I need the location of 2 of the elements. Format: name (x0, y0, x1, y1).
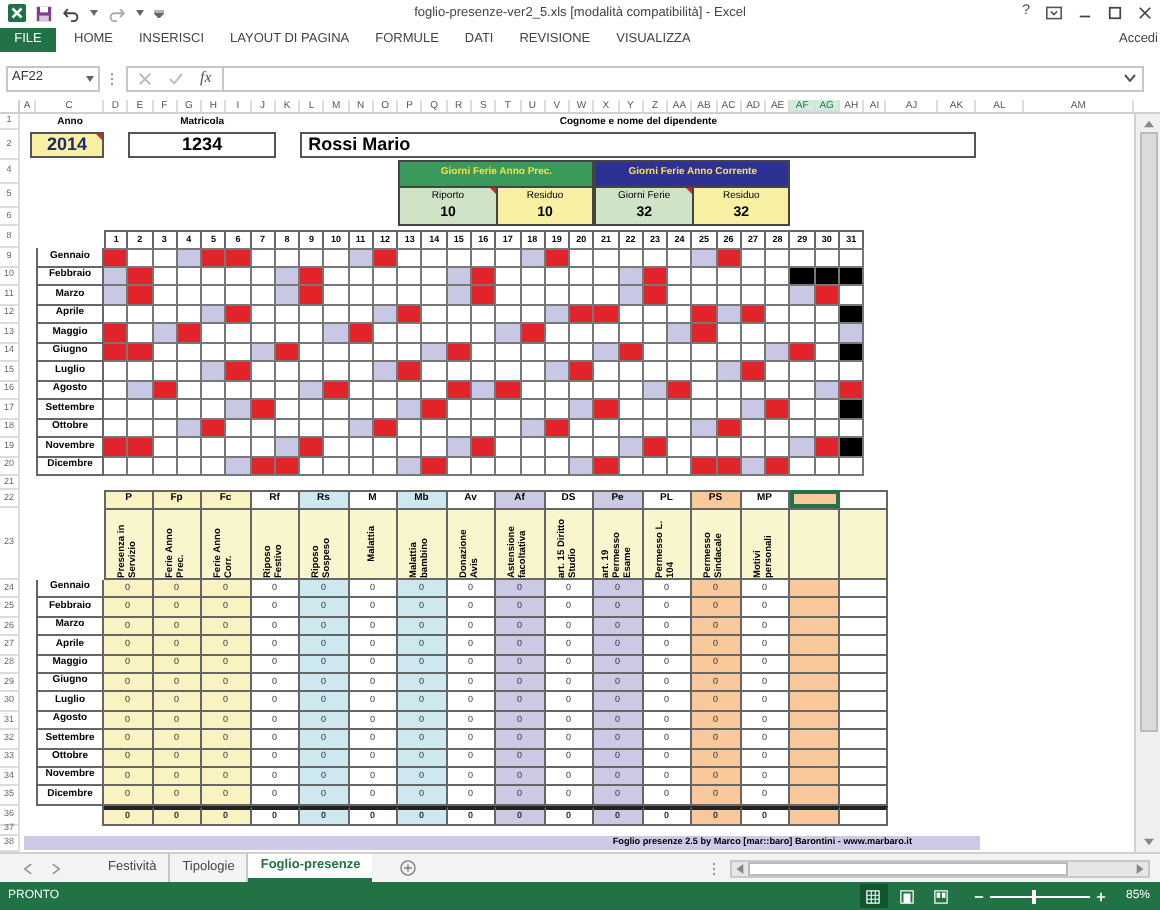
employee-name-field[interactable]: Rossi Mario (308, 131, 411, 159)
insert-function-button[interactable]: fx (200, 66, 212, 90)
